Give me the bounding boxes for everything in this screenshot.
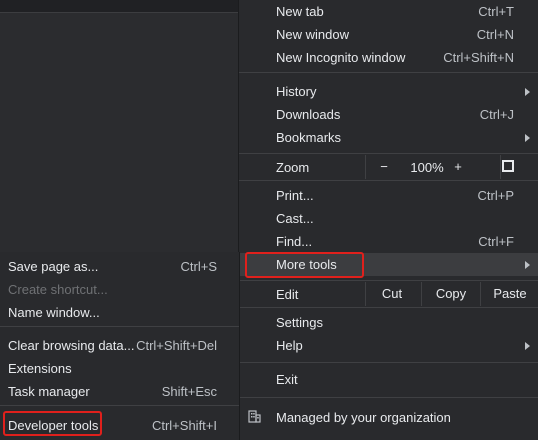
menu-item-settings[interactable]: Settings bbox=[239, 311, 538, 334]
chevron-right-icon bbox=[525, 88, 530, 96]
zoom-row: Zoom − 100% + bbox=[239, 155, 538, 179]
submenu-item-clear-browsing-data[interactable]: Clear browsing data... Ctrl+Shift+Del bbox=[0, 333, 239, 356]
menu-item-shortcut: Ctrl+J bbox=[479, 107, 514, 122]
cut-button[interactable]: Cut bbox=[365, 282, 418, 306]
menu-item-new-window[interactable]: New window Ctrl+N bbox=[239, 23, 538, 46]
menu-divider bbox=[239, 72, 538, 73]
menu-item-shortcut: Ctrl+N bbox=[476, 27, 514, 42]
menu-item-downloads[interactable]: Downloads Ctrl+J bbox=[239, 103, 538, 126]
edit-row: Edit Cut Copy Paste bbox=[239, 282, 538, 306]
submenu-item-name-window[interactable]: Name window... bbox=[0, 300, 239, 323]
menu-item-cast[interactable]: Cast... bbox=[239, 207, 538, 230]
edit-label: Edit bbox=[276, 287, 299, 302]
chevron-right-icon bbox=[525, 134, 530, 142]
chrome-main-menu: New tab Ctrl+T New window Ctrl+N New Inc… bbox=[238, 0, 538, 440]
menu-item-label: New tab bbox=[276, 4, 324, 19]
zoom-controls: − 100% + bbox=[365, 155, 501, 179]
menu-item-label: Print... bbox=[276, 188, 314, 203]
menu-item-shortcut: Ctrl+F bbox=[478, 234, 514, 249]
menu-divider bbox=[239, 362, 538, 363]
menu-divider bbox=[239, 180, 538, 181]
background-divider bbox=[0, 12, 240, 13]
menu-item-label: Help bbox=[276, 338, 303, 353]
menu-divider bbox=[0, 405, 239, 406]
menu-item-exit[interactable]: Exit bbox=[239, 368, 538, 391]
submenu-item-label: Save page as... bbox=[8, 259, 99, 274]
copy-button[interactable]: Copy bbox=[421, 282, 480, 306]
menu-divider bbox=[239, 307, 538, 308]
zoom-level: 100% bbox=[410, 160, 444, 175]
menu-item-print[interactable]: Print... Ctrl+P bbox=[239, 184, 538, 207]
paste-button[interactable]: Paste bbox=[480, 282, 538, 306]
chevron-right-icon bbox=[525, 342, 530, 350]
menu-item-shortcut: Ctrl+Shift+N bbox=[443, 50, 514, 65]
menu-item-label: Bookmarks bbox=[276, 130, 342, 145]
submenu-item-extensions[interactable]: Extensions bbox=[0, 356, 239, 379]
menu-item-label: History bbox=[276, 84, 317, 99]
menu-item-new-tab[interactable]: New tab Ctrl+T bbox=[239, 0, 538, 23]
menu-item-bookmarks[interactable]: Bookmarks bbox=[239, 126, 538, 149]
submenu-item-shortcut: Ctrl+S bbox=[180, 259, 217, 274]
menu-item-label: Settings bbox=[276, 315, 323, 330]
menu-item-help[interactable]: Help bbox=[239, 334, 538, 357]
zoom-label: Zoom bbox=[276, 160, 310, 175]
menu-item-label: Exit bbox=[276, 372, 298, 387]
submenu-item-task-manager[interactable]: Task manager Shift+Esc bbox=[0, 379, 239, 402]
menu-item-label: Downloads bbox=[276, 107, 341, 122]
submenu-item-label: Clear browsing data... bbox=[8, 338, 135, 353]
menu-item-find[interactable]: Find... Ctrl+F bbox=[239, 230, 538, 253]
browser-background bbox=[0, 0, 240, 12]
menu-item-label: Find... bbox=[276, 234, 313, 249]
menu-divider bbox=[0, 326, 239, 327]
submenu-item-label: Create shortcut... bbox=[8, 282, 108, 297]
menu-item-label: Cast... bbox=[276, 211, 314, 226]
submenu-item-create-shortcut: Create shortcut... bbox=[0, 277, 239, 300]
more-tools-highlight bbox=[245, 252, 364, 278]
fullscreen-icon[interactable] bbox=[502, 160, 514, 172]
zoom-out-button[interactable]: − bbox=[374, 159, 394, 174]
submenu-item-label: Extensions bbox=[8, 361, 72, 376]
menu-item-new-incognito-window[interactable]: New Incognito window Ctrl+Shift+N bbox=[239, 46, 538, 69]
menu-item-label: New Incognito window bbox=[276, 50, 406, 65]
submenu-item-shortcut: Shift+Esc bbox=[161, 384, 217, 399]
menu-divider bbox=[239, 280, 538, 281]
managed-by-organization[interactable]: Managed by your organization bbox=[239, 402, 538, 432]
menu-item-label: New window bbox=[276, 27, 349, 42]
menu-item-shortcut: Ctrl+T bbox=[478, 4, 514, 19]
managed-label: Managed by your organization bbox=[276, 410, 451, 425]
submenu-item-shortcut: Ctrl+Shift+Del bbox=[136, 338, 217, 353]
building-icon bbox=[248, 410, 261, 423]
submenu-item-label: Name window... bbox=[8, 305, 100, 320]
chevron-right-icon bbox=[525, 261, 530, 269]
menu-item-history[interactable]: History bbox=[239, 80, 538, 103]
submenu-item-save-page[interactable]: Save page as... Ctrl+S bbox=[0, 254, 239, 277]
menu-item-shortcut: Ctrl+P bbox=[477, 188, 514, 203]
developer-tools-highlight bbox=[3, 411, 102, 436]
menu-divider bbox=[239, 397, 538, 398]
menu-divider bbox=[239, 153, 538, 154]
zoom-in-button[interactable]: + bbox=[448, 159, 468, 174]
submenu-item-shortcut: Ctrl+Shift+I bbox=[151, 418, 217, 433]
submenu-item-label: Task manager bbox=[8, 384, 90, 399]
